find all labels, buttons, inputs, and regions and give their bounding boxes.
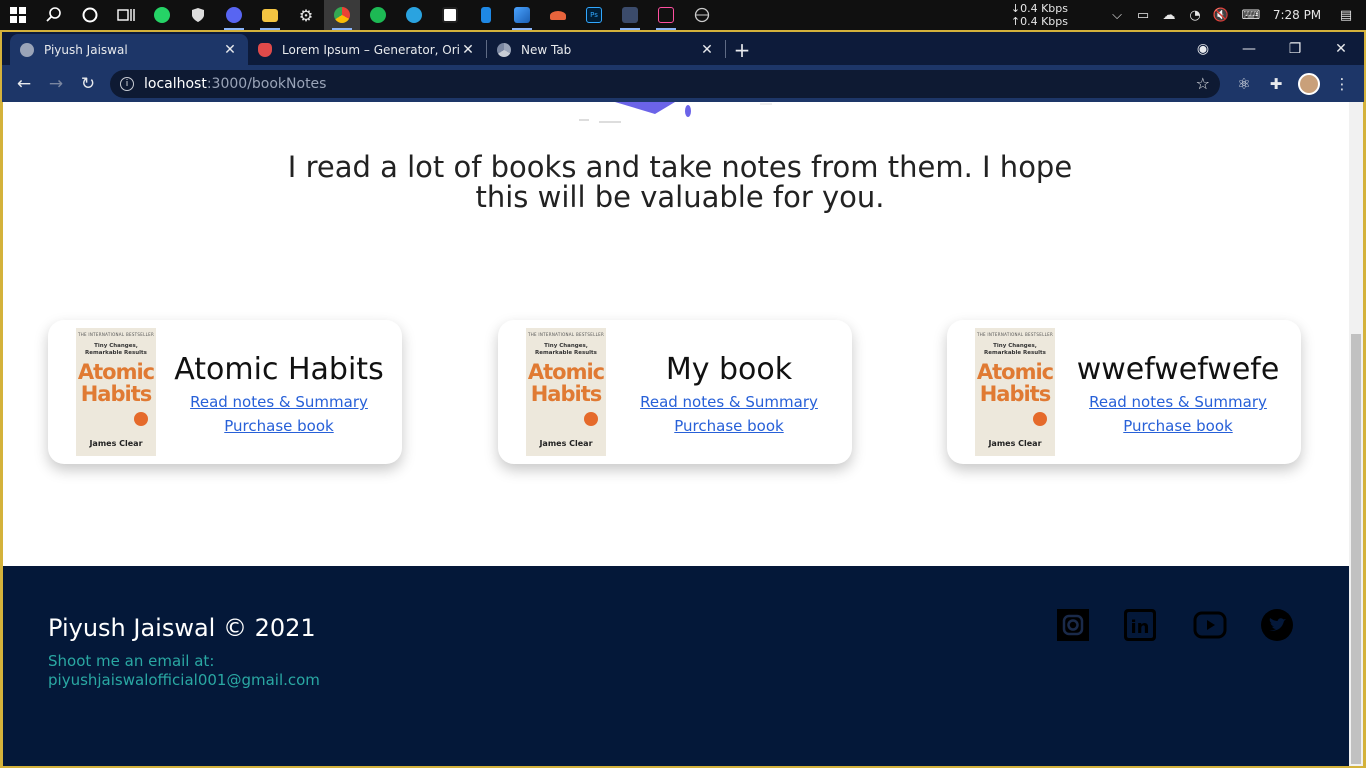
net-download: ↓0.4 Kbps [1010,2,1068,15]
cloud-icon[interactable]: ☁ [1156,8,1182,23]
keyboard-icon[interactable]: ⌨ [1234,8,1268,23]
lorem-favicon-icon [258,42,272,57]
book-title: wwefwefwefe [1076,352,1280,387]
file-explorer-icon[interactable] [252,0,288,30]
hero-illustration [579,102,772,123]
react-devtools-icon[interactable]: ⚛ [1228,75,1260,93]
read-notes-link[interactable]: Read notes & Summary [1065,390,1291,414]
book-card: THE INTERNATIONAL BESTSELLER Tiny Change… [48,320,402,464]
footer-shoot-text: Shoot me an email at: [48,652,215,670]
footer-email-link[interactable]: piyushjaiswalofficial001@gmail.com [48,671,320,689]
battery-icon[interactable]: ▭ [1130,8,1156,23]
tab-title: New Tab [521,42,572,57]
task-view-icon[interactable] [108,0,144,30]
book-title: My book [665,352,793,387]
instagram-icon[interactable] [1056,608,1090,642]
chevron-up-icon[interactable]: ⌵ [1104,8,1130,23]
scrollbar-thumb[interactable] [1351,334,1361,764]
purchase-book-link[interactable]: Purchase book [616,414,842,438]
photoshop-icon[interactable]: Ps [576,0,612,30]
tab-new-tab[interactable]: New Tab ✕ [487,34,725,65]
book-cover: THE INTERNATIONAL BESTSELLER Tiny Change… [975,328,1055,456]
clock[interactable]: 7:28 PM [1268,8,1326,22]
telegram-icon[interactable] [396,0,432,30]
app-k-icon[interactable] [612,0,648,30]
browser-chrome: Piyush Jaiswal ✕ Lorem Ipsum – Generator… [0,30,1366,102]
profile-avatar[interactable] [1298,72,1320,95]
url-host: localhost [144,75,207,92]
tab-search-icon[interactable]: ◉ [1180,41,1226,57]
settings-icon[interactable]: ⚙ [288,0,324,30]
close-tab-icon[interactable]: ✕ [699,42,715,58]
back-button[interactable]: ← [8,68,40,100]
card-body: Atomic Habits Read notes & Summary Purch… [166,350,392,438]
tab-piyush-jaiswal[interactable]: Piyush Jaiswal ✕ [10,34,248,65]
purchase-book-link[interactable]: Purchase book [1065,414,1291,438]
tab-title: Lorem Ipsum – Generator, Origins and Mea… [282,42,460,57]
chrome-icon[interactable] [324,0,360,30]
spotify-icon[interactable] [360,0,396,30]
notion-icon[interactable] [432,0,468,30]
purchase-book-link[interactable]: Purchase book [166,414,392,438]
whatsapp-icon[interactable] [144,0,180,30]
page-scrollbar[interactable] [1349,102,1363,766]
card-body: wwefwefwefe Read notes & Summary Purchas… [1065,350,1291,438]
reload-button[interactable]: ↻ [72,68,104,100]
system-tray: ↓0.4 Kbps ↑0.4 Kbps ⌵ ▭ ☁ ◔ 🔇 ⌨ 7:28 PM … [1011,0,1366,30]
book-title: Atomic Habits [174,352,384,387]
twitter-icon[interactable] [1260,608,1294,642]
network-speed: ↓0.4 Kbps ↑0.4 Kbps [1011,2,1068,28]
search-icon[interactable] [36,0,72,30]
chrome-favicon-icon [497,42,511,57]
browser-toolbar: ← → ↻ i localhost :3000/bookNotes ☆ ⚛ ✚ … [2,65,1364,102]
card-body: My book Read notes & Summary Purchase bo… [616,350,842,438]
tab-strip: Piyush Jaiswal ✕ Lorem Ipsum – Generator… [2,32,1364,65]
wifi-icon[interactable]: ◔ [1182,8,1208,23]
site-info-icon[interactable]: i [120,76,134,91]
globe-icon [20,42,34,57]
app-blue-icon[interactable] [468,0,504,30]
youtube-icon[interactable] [1193,608,1227,642]
windows-taskbar: ⚙ Ps ↓0.4 Kbps ↑0.4 Kbps ⌵ ▭ ☁ ◔ 🔇 ⌨ 7:2… [0,0,1366,30]
discord-icon[interactable] [216,0,252,30]
read-notes-link[interactable]: Read notes & Summary [166,390,392,414]
footer-copyright: Piyush Jaiswal © 2021 [48,614,316,642]
net-upload: ↑0.4 Kbps [1010,15,1068,28]
minimize-button[interactable]: — [1226,41,1272,57]
new-tab-button[interactable]: + [726,34,758,65]
app-hat-icon[interactable] [540,0,576,30]
linkedin-icon[interactable]: in [1123,608,1157,642]
notification-icon[interactable]: ▤ [1326,8,1366,23]
svg-text:in: in [1131,617,1150,638]
address-bar[interactable]: i localhost :3000/bookNotes ☆ [110,69,1220,98]
restore-button[interactable]: ❐ [1272,41,1318,57]
close-window-button[interactable]: ✕ [1318,41,1364,57]
cortana-icon[interactable] [72,0,108,30]
tab-title: Piyush Jaiswal [44,42,128,57]
page-headline: I read a lot of books and take notes fro… [287,150,1073,214]
windows-start-icon[interactable] [0,0,36,30]
app-j-icon[interactable] [648,0,684,30]
bookmark-star-icon[interactable]: ☆ [1196,74,1210,93]
book-cover: THE INTERNATIONAL BESTSELLER Tiny Change… [76,328,156,456]
close-tab-icon[interactable]: ✕ [460,42,476,58]
volume-icon[interactable]: 🔇 [1208,8,1234,23]
book-card: THE INTERNATIONAL BESTSELLER Tiny Change… [498,320,852,464]
close-tab-icon[interactable]: ✕ [222,42,238,58]
forward-button[interactable]: → [40,68,72,100]
page-viewport: I read a lot of books and take notes fro… [0,102,1366,768]
book-card: THE INTERNATIONAL BESTSELLER Tiny Change… [947,320,1301,464]
shield-icon[interactable] [180,0,216,30]
url-path: :3000/bookNotes [206,75,327,92]
menu-kebab-icon[interactable]: ⋮ [1326,75,1358,93]
tab-lorem-ipsum[interactable]: Lorem Ipsum – Generator, Origins and Mea… [248,34,486,65]
book-cover: THE INTERNATIONAL BESTSELLER Tiny Change… [526,328,606,456]
footer-contact: Shoot me an email at: piyushjaiswaloffic… [48,652,320,690]
app-globe-icon[interactable] [684,0,720,30]
photos-icon[interactable] [504,0,540,30]
extensions-puzzle-icon[interactable]: ✚ [1260,75,1292,93]
site-footer: Piyush Jaiswal © 2021 Shoot me an email … [3,566,1350,766]
window-controls: ◉ — ❐ ✕ [1180,32,1364,65]
read-notes-link[interactable]: Read notes & Summary [616,390,842,414]
